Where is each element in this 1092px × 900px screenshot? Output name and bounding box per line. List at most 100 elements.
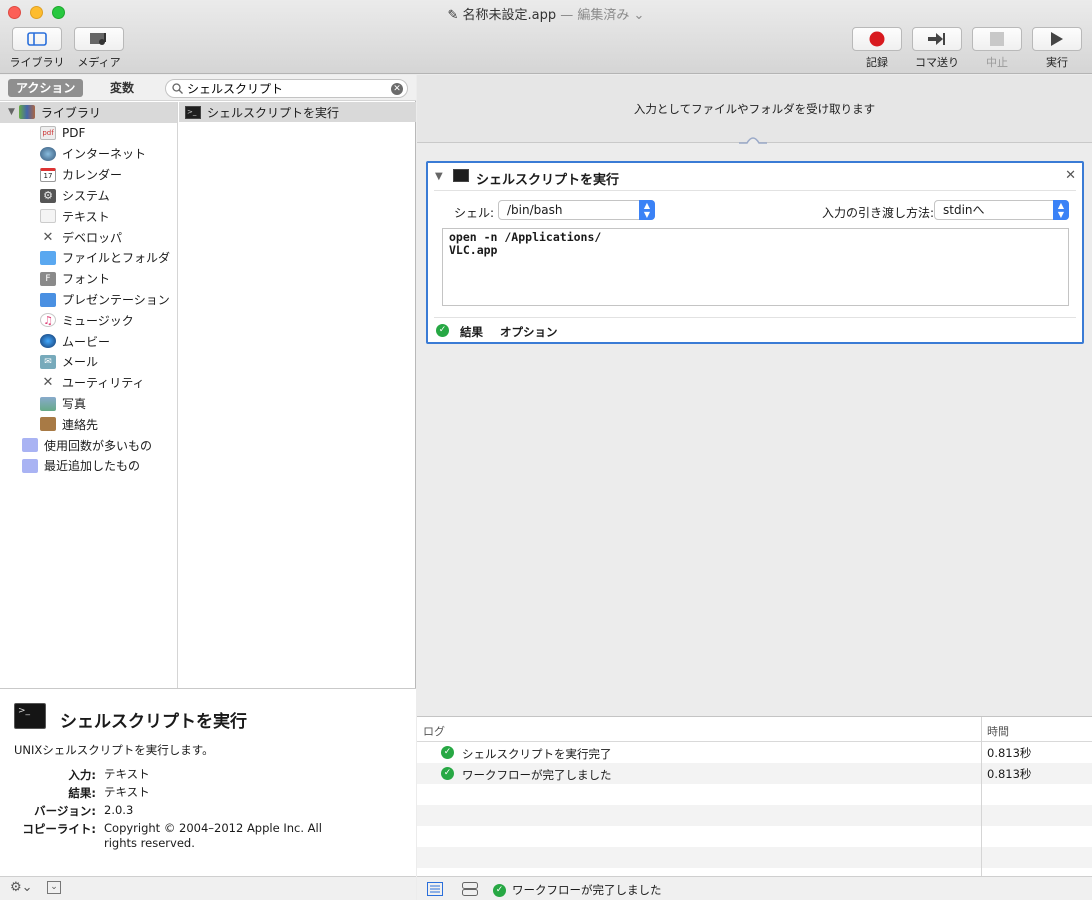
run-label: 実行 bbox=[1046, 56, 1068, 69]
sidebar-item-internet[interactable]: インターネット bbox=[0, 144, 177, 165]
tab-options[interactable]: オプション bbox=[500, 324, 558, 340]
run-button[interactable] bbox=[1032, 27, 1082, 51]
collapse-triangle-icon[interactable]: ▼ bbox=[435, 171, 443, 182]
sidebar-item-most-used[interactable]: 使用回数が多いもの bbox=[0, 435, 177, 456]
library-pane: アクション 変数 ✕ ▼ ライブラリ pdfPDF インターネット 17カレンダ… bbox=[0, 75, 416, 900]
media-label: メディア bbox=[77, 56, 121, 69]
step-label: コマ送り bbox=[915, 56, 959, 69]
info-title: シェルスクリプトを実行 bbox=[60, 712, 247, 732]
tab-actions[interactable]: アクション bbox=[8, 79, 84, 97]
sidebar-item-text[interactable]: テキスト bbox=[0, 206, 177, 227]
script-editor[interactable]: open -n /Applications/ VLC.app bbox=[442, 228, 1069, 306]
text-icon bbox=[40, 209, 56, 224]
sidebar-item-utilities[interactable]: ✕ ユーティリティ bbox=[0, 372, 177, 393]
app-icon: ✎ bbox=[447, 8, 463, 23]
sidebar-item-recently-added[interactable]: 最近追加したもの bbox=[0, 456, 177, 477]
sidebar-item-system[interactable]: ⚙ システム bbox=[0, 185, 177, 206]
pass-input-select[interactable]: stdinへ ▲ ▼ bbox=[934, 200, 1069, 220]
step-button[interactable] bbox=[912, 27, 962, 51]
log-row[interactable]: ✓ シェルスクリプトを実行完了 0.813秒 bbox=[417, 742, 1092, 763]
library-button[interactable] bbox=[12, 27, 62, 51]
action-card-run-shell-script[interactable]: ▼ シェルスクリプトを実行 ✕ シェル: /bin/bash ▲ ▼ 入力の引き渡… bbox=[426, 161, 1084, 344]
gear-icon[interactable]: ⚙⌄ bbox=[10, 880, 33, 895]
automator-window: ✎ 名称未設定.app — 編集済み ⌄ ライブラリ メディア 記録 コマ送り … bbox=[0, 0, 1092, 900]
library-icon bbox=[18, 105, 35, 120]
system-icon: ⚙ bbox=[40, 188, 56, 203]
search-field[interactable]: ✕ bbox=[165, 79, 408, 98]
font-icon: F bbox=[40, 271, 56, 286]
record-button[interactable] bbox=[852, 27, 902, 51]
terminal-icon: >_ bbox=[185, 105, 201, 119]
sidebar-item-movies[interactable]: ムービー bbox=[0, 331, 177, 352]
shell-select[interactable]: /bin/bash ▲ ▼ bbox=[498, 200, 655, 220]
play-icon bbox=[1051, 32, 1063, 46]
popup-arrows-icon: ▲ ▼ bbox=[1053, 200, 1069, 220]
workflow-status: ✓ ワークフローが完了しました bbox=[493, 882, 662, 898]
log-empty-row bbox=[417, 805, 1092, 826]
sidebar-item-calendar[interactable]: 17 カレンダー bbox=[0, 164, 177, 185]
folder-icon bbox=[40, 250, 56, 265]
divider bbox=[434, 190, 1076, 191]
utility-icon: ✕ bbox=[42, 375, 54, 391]
smart-folder-icon bbox=[22, 438, 38, 453]
search-input[interactable] bbox=[187, 81, 377, 96]
library-header: アクション 変数 ✕ bbox=[0, 75, 416, 101]
workflow-pane: 入力としてファイルやフォルダを受け取ります ▼ シェルスクリプトを実行 ✕ シェ… bbox=[417, 75, 1092, 900]
library-list: ▼ ライブラリ pdf PDF インターネット 17 カレンダー ⚙ システム テキス… bbox=[0, 102, 178, 688]
sidebar-item-pdf[interactable]: pdf PDF bbox=[0, 123, 177, 144]
workflow-area: ▼ シェルスクリプトを実行 ✕ シェル: /bin/bash ▲ ▼ 入力の引き渡… bbox=[417, 144, 1092, 715]
sidebar-item-library[interactable]: ▼ ライブラリ bbox=[0, 102, 177, 123]
contacts-icon bbox=[40, 417, 56, 432]
disclosure-triangle-icon[interactable]: ▼ bbox=[8, 107, 15, 117]
window-title: ✎ 名称未設定.app — 編集済み ⌄ bbox=[447, 8, 645, 23]
close-icon[interactable]: ✕ bbox=[1065, 168, 1076, 183]
terminal-icon: >_ bbox=[14, 703, 46, 729]
sidebar-item-files-folders[interactable]: ファイルとフォルダ bbox=[0, 248, 177, 269]
list-item-run-shell-script[interactable]: >_ シェルスクリプトを実行 bbox=[179, 102, 416, 122]
sidebar-item-music[interactable]: ♫ ミュージック bbox=[0, 310, 177, 331]
stop-label: 中止 bbox=[986, 56, 1008, 69]
edited-status[interactable]: — 編集済み ⌄ bbox=[560, 8, 644, 23]
success-check-icon: ✓ bbox=[441, 767, 454, 780]
record-icon bbox=[869, 31, 885, 47]
action-title: シェルスクリプトを実行 bbox=[476, 173, 620, 188]
popup-arrows-icon: ▲ ▼ bbox=[639, 200, 655, 220]
photo-icon bbox=[40, 396, 56, 411]
column-divider[interactable] bbox=[981, 717, 982, 877]
search-icon bbox=[172, 83, 183, 94]
presentation-icon bbox=[40, 292, 56, 307]
split-view-icon[interactable] bbox=[462, 882, 478, 896]
movie-icon bbox=[40, 334, 56, 349]
calendar-icon: 17 bbox=[40, 167, 56, 182]
sidebar-item-photos[interactable]: 写真 bbox=[0, 393, 177, 414]
smart-folder-icon bbox=[22, 458, 38, 473]
sidebar-item-developer[interactable]: ✕ デベロッパ bbox=[0, 227, 177, 248]
stop-button[interactable] bbox=[972, 27, 1022, 51]
library-label: ライブラリ bbox=[9, 56, 65, 69]
list-view-icon[interactable] bbox=[427, 882, 443, 896]
sidebar-item-presentation[interactable]: プレゼンテーション bbox=[0, 289, 177, 310]
clear-search-icon[interactable]: ✕ bbox=[391, 83, 403, 95]
pdf-icon: pdf bbox=[40, 126, 56, 141]
sidebar-item-mail[interactable]: ✉ メール bbox=[0, 352, 177, 373]
developer-icon: ✕ bbox=[42, 229, 54, 245]
library-sidebar-icon bbox=[27, 32, 47, 46]
sidebar-item-fonts[interactable]: F フォント bbox=[0, 268, 177, 289]
toggle-description-icon[interactable]: ⌄ bbox=[47, 881, 61, 894]
action-info-panel: >_ シェルスクリプトを実行 UNIXシェルスクリプトを実行します。 入力: テキ… bbox=[0, 688, 416, 876]
tab-variables[interactable]: 変数 bbox=[102, 79, 142, 97]
success-check-icon: ✓ bbox=[493, 883, 506, 897]
time-column-header[interactable]: 時間 bbox=[987, 723, 1009, 739]
media-button[interactable] bbox=[74, 27, 124, 51]
log-column-header[interactable]: ログ bbox=[423, 723, 445, 739]
log-row[interactable]: ✓ ワークフローが完了しました 0.813秒 bbox=[417, 763, 1092, 784]
media-icon bbox=[90, 33, 106, 45]
tab-results[interactable]: 結果 bbox=[460, 324, 483, 340]
stop-icon bbox=[990, 32, 1004, 46]
action-list: >_ シェルスクリプトを実行 bbox=[179, 102, 416, 688]
globe-icon bbox=[40, 146, 56, 161]
shell-label: シェル: bbox=[454, 206, 495, 220]
sidebar-item-contacts[interactable]: 連絡先 bbox=[0, 414, 177, 435]
titlebar-toolbar: ✎ 名称未設定.app — 編集済み ⌄ ライブラリ メディア 記録 コマ送り … bbox=[0, 0, 1092, 74]
log-empty-row bbox=[417, 826, 1092, 847]
